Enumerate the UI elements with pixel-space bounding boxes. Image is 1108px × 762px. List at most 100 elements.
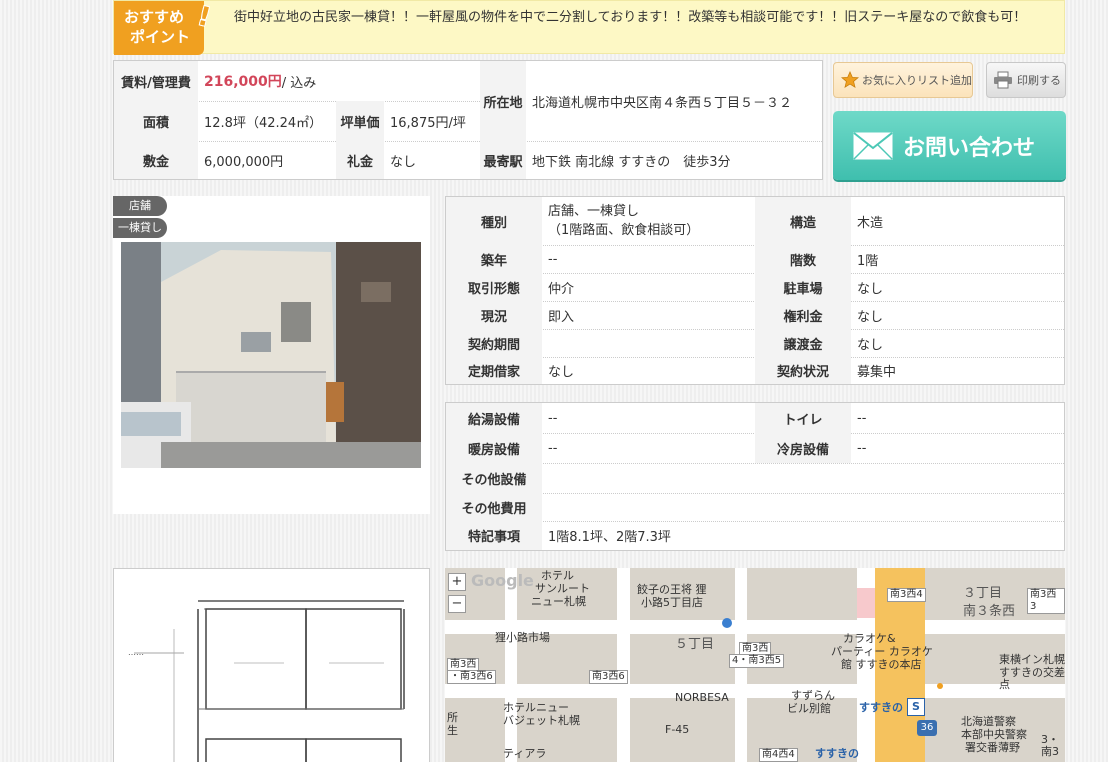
map-label-hotel-3: ニュー札幌 (531, 595, 586, 608)
station-value: 地下鉄 南北線 すすきの 徒歩3分 (532, 154, 731, 170)
map-label-toyoko-1: 東横イン札幌 (999, 653, 1065, 666)
map-label-karaoke-3: 館 すすきの本店 (841, 658, 922, 671)
recommend-badge: おすすめ ポイント (114, 1, 204, 55)
recommend-bar: おすすめ ポイント ! 街中好立地の古民家一棟貸！！一軒屋風の物件を中で二分割し… (113, 0, 1065, 55)
transfer-label: 譲渡金 (755, 329, 851, 357)
map-label-f45: F-45 (665, 723, 690, 736)
rent-suffix: / 込み (281, 75, 317, 91)
map-label-chome3b: 3・南3 (1041, 733, 1059, 758)
contact-label: お問い合わせ (903, 135, 1036, 161)
map-label-police-1: 北海道警察 (961, 715, 1016, 728)
tag-whole-building: 一棟貸し (113, 218, 167, 238)
area-value: 12.8坪（42.24㎡） (204, 115, 323, 131)
map-label-s3w4: 南3西4 (887, 588, 926, 602)
map-label-police-3: 署交番薄野 (965, 741, 1020, 754)
map-label-hotel-2: サンルート (535, 582, 590, 595)
map-zoom-in-button[interactable]: + (448, 573, 466, 591)
map-label-s4w4: 南4西4 (759, 748, 798, 762)
floor-plan-drawing: …… (128, 600, 405, 762)
heating-value: -- (548, 440, 558, 456)
term-label: 契約期間 (446, 329, 542, 357)
map-label-hotel-new-1: ホテルニュー (503, 701, 569, 714)
map-zoom-out-button[interactable]: − (448, 595, 466, 613)
building-photo[interactable] (121, 242, 421, 468)
map-label-suzuran-2: ビル別館 (787, 702, 831, 715)
notes-value: 1階8.1坪、2階7.3坪 (548, 530, 671, 545)
photo-panel: 店舗 一棟貸し (113, 196, 430, 514)
star-icon (841, 71, 859, 88)
map-label-s3w6c: 南3西6 (589, 670, 628, 684)
map-label-hotel-1: ホテル (541, 569, 574, 582)
type-value-2: （1階路面、飲食相談可） (548, 223, 700, 238)
property-detail: おすすめ ポイント ! 街中好立地の古民家一棟貸！！一軒屋風の物件を中で二分割し… (113, 0, 1066, 762)
map-label-hotel-new-2: バジェット札幌 (503, 714, 580, 727)
tag-shop: 店舗 (113, 196, 167, 216)
parking-value: なし (857, 281, 884, 297)
map-label-karaoke-2: パーティー カラオケ (831, 645, 933, 658)
type-cell: 店舗、一棟貸し （1階路面、飲食相談可） (542, 197, 755, 245)
toilet-label: トイレ (755, 403, 851, 433)
location-map[interactable]: + − Google ホテル サンルート ニュー札幌 餃子の王将 狸 小路5丁目… (445, 568, 1065, 762)
other-cost-label: その他費用 (446, 493, 542, 521)
envelope-icon (853, 131, 893, 160)
map-label-gyoza-1: 餃子の王将 狸 (637, 583, 707, 596)
contact-button[interactable]: お問い合わせ (833, 111, 1066, 180)
address-label: 所在地 (480, 61, 526, 141)
key-money-label: 礼金 (336, 141, 384, 179)
map-label-chome3: ３丁目 (963, 586, 1003, 601)
cooling-value: -- (857, 440, 867, 456)
unit-price-value: 16,875円/坪 (390, 115, 466, 131)
subway-station-icon: S (907, 698, 925, 716)
map-label-suzuran-1: すずらん (791, 689, 835, 702)
other-equip-value (542, 463, 1064, 493)
summary-table: 賃料/管理費 216,000円 / 込み 面積 12.8坪（42.24㎡） 坪単… (113, 60, 823, 180)
rent-label: 賃料/管理費 (114, 61, 198, 101)
deposit-value: 6,000,000円 (204, 154, 284, 170)
other-equip-label: その他設備 (446, 463, 542, 493)
building-photo-image (121, 242, 421, 468)
notes-label: 特記事項 (446, 521, 542, 550)
heating-label: 暖房設備 (446, 433, 542, 463)
map-label-side-2: 生 (447, 724, 458, 737)
transaction-label: 取引形態 (446, 273, 542, 301)
area-label: 面積 (114, 101, 198, 141)
recommend-badge-line2: ポイント (130, 28, 191, 46)
map-label-s3w5b: 4・南3西5 (729, 654, 785, 668)
contract-status-value: 募集中 (857, 365, 897, 380)
premium-value: なし (857, 309, 884, 325)
premium-label: 権利金 (755, 301, 851, 329)
map-label-s3w: 南３条西 (963, 604, 1016, 619)
map-label-toyoko-2: すすきの交差点 (999, 666, 1065, 691)
fixed-lease-label: 定期借家 (446, 357, 542, 384)
svg-text:……: …… (128, 648, 144, 657)
contract-status-label: 契約状況 (755, 357, 851, 384)
floors-value: 1階 (857, 253, 879, 269)
fixed-lease-value: なし (548, 365, 575, 380)
map-label-police-2: 本部中央警察 (961, 728, 1027, 741)
deposit-label: 敷金 (114, 141, 198, 179)
floors-label: 階数 (755, 245, 851, 273)
station-label: 最寄駅 (480, 141, 526, 179)
water-label: 給湯設備 (446, 403, 542, 433)
rent-cell: 216,000円 / 込み (198, 61, 480, 101)
transaction-value: 仲介 (548, 281, 575, 297)
printer-icon (994, 71, 1012, 89)
map-label-susukino-2: すすきの (815, 747, 859, 760)
other-cost-value (542, 493, 1064, 521)
rent-value: 216,000円 (204, 74, 282, 90)
route-shield-icon: 36 (917, 720, 937, 736)
map-label-s3w6b: ・南3西6 (447, 670, 496, 684)
structure-label: 構造 (755, 197, 851, 245)
print-button[interactable]: 印刷する (986, 62, 1066, 98)
map-label-chome5: ５丁目 (675, 637, 715, 652)
key-money-value: なし (390, 154, 417, 170)
map-label-norbesa: NORBESA (675, 691, 729, 704)
recommend-text: 街中好立地の古民家一棟貸！！一軒屋風の物件を中で二分割しております！！改築等も相… (234, 10, 1027, 25)
map-label-karaoke-1: カラオケ& (843, 632, 896, 645)
built-label: 築年 (446, 245, 542, 273)
facilities-table: 給湯設備 -- トイレ -- 暖房設備 -- 冷房設備 -- その他設備 その他… (445, 402, 1065, 551)
unit-price-label: 坪単価 (336, 101, 384, 141)
add-favorite-button[interactable]: お気に入りリスト追加 (833, 62, 973, 98)
floor-plan[interactable]: …… (113, 568, 430, 762)
map-label-s3w3: 南3西3 (1027, 588, 1065, 614)
